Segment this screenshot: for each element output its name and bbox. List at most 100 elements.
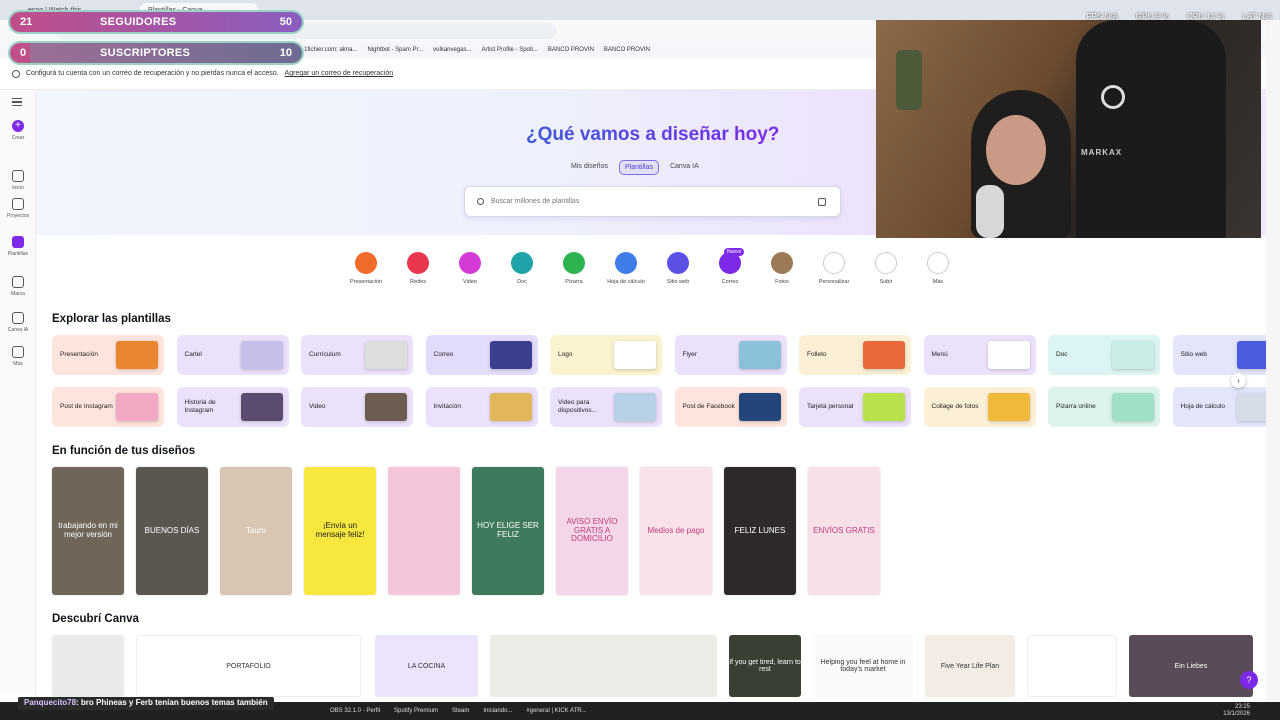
design-type-hoja-de-cálculo[interactable]: Hoja de cálculo [600, 252, 652, 285]
template-tile[interactable]: Video [301, 387, 413, 427]
sidebar-item-marca[interactable]: Marca [0, 276, 36, 297]
tab-plantillas[interactable]: Plantillas [618, 160, 659, 175]
template-tile[interactable]: Collage de fotos [923, 387, 1036, 427]
discover-card[interactable]: If you get tired, learn to rest [729, 635, 801, 697]
design-type-subir[interactable]: Subir [860, 252, 912, 285]
taskbar-item[interactable]: Iniciando... [483, 708, 512, 714]
bookmark-item[interactable]: BANCO PROVIN [604, 47, 650, 53]
design-type-correo[interactable]: Correo Nuevo [704, 248, 756, 285]
design-card[interactable]: Tauro [220, 467, 292, 595]
new-badge: Nuevo [724, 248, 745, 256]
template-tile[interactable]: Currículum [301, 335, 413, 375]
template-tile[interactable]: Video para dispositivos... [550, 387, 662, 427]
design-card[interactable]: HOY ELIGE SER FELIZ [472, 467, 544, 595]
followers-count-left: 21 [20, 16, 33, 28]
bookmark-item[interactable]: BANCO PROVIN [548, 47, 594, 53]
template-tile[interactable]: Correo [425, 335, 538, 375]
discover-card-text: Five Year Life Plan [940, 662, 1000, 670]
template-tile[interactable]: Historia de Instagram [176, 387, 289, 427]
template-tile[interactable]: Tarjeta personal [799, 387, 911, 427]
discover-card[interactable] [490, 635, 717, 697]
sidebar-item-proyectos[interactable]: Proyectos [0, 198, 36, 219]
sidebar-item-inicio[interactable]: Inicio [0, 170, 36, 191]
taskbar-item[interactable]: Spotify Premium [394, 708, 438, 714]
sidebar-item-label: Plantillas [7, 251, 28, 257]
chat-ticker: Panquecito78: bro Phineas y Ferb tenían … [18, 697, 274, 710]
design-type-más[interactable]: Más [912, 252, 964, 285]
search-input[interactable]: Buscar millones de plantillas [464, 186, 841, 217]
search-icon [477, 198, 484, 205]
taskbar-item[interactable]: Steam [452, 708, 469, 714]
template-tile[interactable]: Flyer [674, 335, 787, 375]
discover-card[interactable] [1027, 635, 1117, 697]
image-search-icon[interactable] [818, 198, 826, 206]
template-tile[interactable]: Sitio web [1172, 335, 1280, 375]
template-tile-label: Invitación [433, 403, 461, 411]
taskbar-item[interactable]: OBS 32.1.0 - Perfil [330, 708, 380, 714]
template-tile[interactable]: Logo [550, 335, 662, 375]
template-tile[interactable]: Doc [1048, 335, 1160, 375]
design-type-doc[interactable]: Doc [496, 252, 548, 285]
design-card[interactable] [388, 467, 460, 595]
template-thumbnail [987, 393, 1030, 421]
more-icon [927, 252, 949, 274]
design-type-pizarra[interactable]: Pizarra [548, 252, 600, 285]
template-tile[interactable]: Folleto [799, 335, 911, 375]
template-tile[interactable]: Post de Facebook [674, 387, 787, 427]
menu-icon[interactable] [12, 98, 22, 106]
bookmark-item[interactable]: 1fichier.com: alma... [304, 47, 357, 53]
discover-card[interactable]: LA COCINA [375, 635, 478, 697]
scrollbar[interactable] [1266, 20, 1280, 700]
design-type-video[interactable]: Video [444, 252, 496, 285]
next-arrow-icon[interactable]: › [1231, 373, 1246, 388]
design-card[interactable]: FELIZ LUNES [724, 467, 796, 595]
tab-mis-disenos[interactable]: Mis diseños [566, 160, 613, 175]
design-card-text: AVISO ENVÍO GRATIS A DOMICILIO [566, 516, 618, 544]
screen: espo | Watch this ... Plantillas - Canva… [0, 0, 1280, 720]
bookmark-item[interactable]: vulkanvegas... [433, 47, 471, 53]
subs-label: SUSCRIPTORES [100, 47, 191, 59]
discover-card[interactable]: Ein Liebes [1129, 635, 1253, 697]
taskbar-item[interactable]: #general | KICK ATR... [526, 708, 586, 714]
template-tile[interactable]: Menú [923, 335, 1036, 375]
bookmark-item[interactable]: Artist Profile - Spoti... [482, 47, 538, 53]
design-type-sitio-web[interactable]: Sitio web [652, 252, 704, 285]
help-button[interactable]: ? [1240, 671, 1258, 689]
template-tile[interactable]: Invitación [425, 387, 538, 427]
tab-canva-ia[interactable]: Canva IA [665, 160, 704, 175]
design-card[interactable]: ¡Envía un mensaje feliz! [304, 467, 376, 595]
template-thumbnail [489, 393, 532, 421]
whiteboard-icon [563, 252, 585, 274]
design-type-redes[interactable]: Redes [392, 252, 444, 285]
sheet-icon [615, 252, 637, 274]
template-tile[interactable]: Pizarra online [1048, 387, 1160, 427]
design-type-fotos[interactable]: Fotos [756, 252, 808, 285]
discover-card[interactable] [52, 635, 124, 697]
template-tile[interactable]: Cartel [176, 335, 289, 375]
sidebar-item-más[interactable]: Más [0, 346, 36, 367]
design-card-text: Medios de pago [647, 525, 705, 535]
sidebar-item-crear[interactable]: + Crear [0, 120, 36, 141]
discover-card[interactable]: Five Year Life Plan [925, 635, 1015, 697]
bookmark-item[interactable]: Nightbot - Spam Pr... [367, 47, 423, 53]
template-thumbnail [365, 393, 407, 421]
design-type-presentación[interactable]: Presentación [340, 252, 392, 285]
template-tile[interactable]: Hoja de cálculo [1172, 387, 1280, 427]
template-tile[interactable]: Post de Instagram [52, 387, 164, 427]
sidebar-item-canva-ia[interactable]: Canva IA [0, 312, 36, 333]
template-tile[interactable]: Presentación [52, 335, 164, 375]
perf-stat: FPS N/A [1086, 12, 1118, 21]
design-card[interactable]: trabajando en mi mejor versión [52, 467, 124, 595]
design-type-personalizar[interactable]: Personalizar [808, 252, 860, 285]
design-type-label: Subir [879, 279, 893, 285]
design-card[interactable]: Medios de pago [640, 467, 712, 595]
design-card[interactable]: BUENOS DÍAS [136, 467, 208, 595]
discover-card[interactable]: Helping you feel at home in today's mark… [813, 635, 913, 697]
template-tile-label: Post de Instagram [60, 403, 113, 411]
design-card[interactable]: ENVÍOS GRATIS [808, 467, 880, 595]
notice-link[interactable]: Agregar un correo de recuperación [285, 70, 394, 77]
design-card[interactable]: AVISO ENVÍO GRATIS A DOMICILIO [556, 467, 628, 595]
sidebar-item-plantillas[interactable]: Plantillas [0, 236, 36, 257]
template-tile-label: Menú [931, 351, 948, 359]
discover-card[interactable]: PORTAFOLIO [136, 635, 361, 697]
